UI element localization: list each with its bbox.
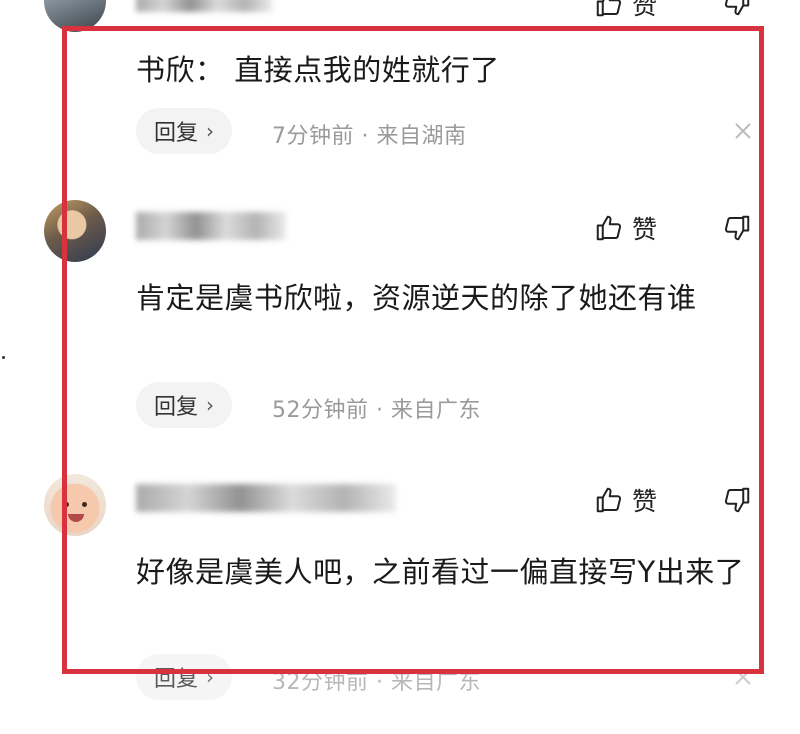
comment-text: 肯定是虞书欣啦，资源逆天的除了她还有谁 xyxy=(136,281,697,315)
avatar-mouth xyxy=(68,514,84,522)
avatar[interactable] xyxy=(44,474,106,536)
reply-label: 回复 xyxy=(154,667,199,692)
chevron-right-icon: › xyxy=(206,665,215,689)
comment-meta: 32分钟前 · 来自广东 xyxy=(272,670,481,695)
like-button[interactable]: 赞 xyxy=(594,482,657,518)
reply-label: 回复 xyxy=(154,395,199,420)
avatar[interactable] xyxy=(44,200,106,262)
chevron-right-icon: › xyxy=(206,393,215,417)
thumbs-up-icon xyxy=(596,487,622,513)
username-blurred[interactable] xyxy=(136,484,396,512)
thumbs-up-icon xyxy=(596,0,622,17)
reply-button[interactable]: 回复 › xyxy=(136,108,233,154)
like-label: 赞 xyxy=(632,487,658,516)
username-blurred[interactable] xyxy=(136,0,272,12)
comment-meta: 7分钟前 · 来自湖南 xyxy=(272,124,467,149)
comment-meta: 52分钟前 · 来自广东 xyxy=(272,398,481,423)
reply-button[interactable]: 回复 › xyxy=(136,654,233,700)
stray-dot xyxy=(2,356,5,359)
comment-text: 好像是虞美人吧，之前看过一偏直接写Y出来了 xyxy=(136,555,745,589)
like-button[interactable]: 赞 xyxy=(594,210,657,246)
avatar[interactable] xyxy=(44,0,106,32)
comment-text: 书欣： 直接点我的姓就行了 xyxy=(136,53,500,87)
close-icon[interactable] xyxy=(734,668,752,686)
comment-feed: 赞 书欣： 直接点我的姓就行了 回复 › 7分钟前 · 来自湖南 赞 肯定是虞书… xyxy=(0,0,800,734)
like-button[interactable]: 赞 xyxy=(594,0,657,22)
reply-button[interactable]: 回复 › xyxy=(136,382,233,428)
close-icon[interactable] xyxy=(734,122,752,140)
chevron-right-icon: › xyxy=(206,119,215,143)
thumbs-down-icon[interactable] xyxy=(722,213,752,243)
username-blurred[interactable] xyxy=(136,212,286,240)
thumbs-up-icon xyxy=(596,215,622,241)
reply-label: 回复 xyxy=(154,121,199,146)
avatar-eye xyxy=(82,502,87,507)
avatar-eye xyxy=(64,502,69,507)
like-label: 赞 xyxy=(632,0,658,20)
thumbs-down-icon[interactable] xyxy=(722,485,752,515)
like-label: 赞 xyxy=(632,215,658,244)
thumbs-down-icon[interactable] xyxy=(722,0,752,18)
